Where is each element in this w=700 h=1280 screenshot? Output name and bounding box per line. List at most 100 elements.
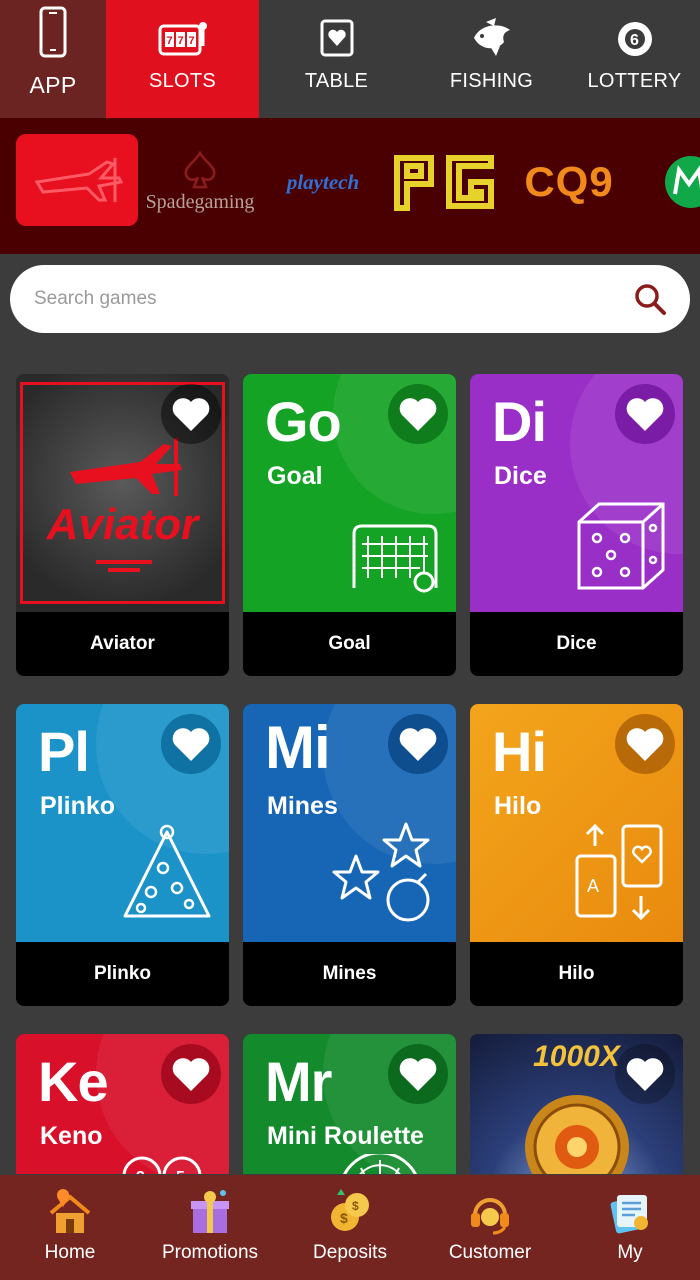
game-card-mini-roulette[interactable]: Mr Mini Roulette <box>243 1034 456 1174</box>
profile-card-icon <box>607 1175 653 1237</box>
favorite-button[interactable] <box>388 384 448 444</box>
game-abbr: Mi <box>265 714 331 781</box>
game-abbr: Pl <box>38 720 90 783</box>
lottery-ball-icon: 6 <box>616 0 654 62</box>
golden-wheel-icon <box>525 1095 629 1174</box>
game-abbr: Mr <box>265 1050 332 1113</box>
game-card-hilo[interactable]: Hi Hilo A Hilo <box>470 704 683 1006</box>
game-title: Dice <box>556 633 597 654</box>
game-card-plinko[interactable]: Pl Plinko Plinko <box>16 704 229 1006</box>
nav-deposits-label: Deposits <box>313 1242 387 1263</box>
svg-text:A: A <box>587 876 599 896</box>
nav-my[interactable]: My <box>560 1175 700 1280</box>
pg-logo <box>394 155 494 211</box>
tab-fishing[interactable]: FISHING <box>414 0 569 118</box>
nav-home[interactable]: Home <box>0 1175 140 1280</box>
tab-app[interactable]: APP <box>0 0 106 118</box>
aviator-logo-text: Aviator <box>46 500 199 549</box>
provider-pg[interactable] <box>390 136 502 228</box>
game-sub: Keno <box>40 1122 103 1150</box>
game-title: Plinko <box>93 963 151 984</box>
cards-arrows-icon: A <box>575 823 663 921</box>
heart-icon <box>172 1058 210 1091</box>
house-icon <box>47 1175 93 1237</box>
game-abbr: Go <box>265 390 342 453</box>
nav-customer-label: Customer <box>448 1242 532 1263</box>
favorite-button[interactable] <box>615 384 675 444</box>
phone-icon <box>39 0 67 62</box>
game-title: Hilo <box>558 963 595 984</box>
tab-table-label: TABLE <box>304 70 369 92</box>
search-icon <box>635 284 666 315</box>
nav-promotions[interactable]: Promotions <box>140 1175 280 1280</box>
tab-lottery-label: LOTTERY <box>587 70 682 92</box>
heart-icon <box>626 728 664 761</box>
game-sub: Plinko <box>40 792 116 820</box>
svg-text:7: 7 <box>188 35 194 47</box>
svg-text:3: 3 <box>136 1169 145 1174</box>
svg-text:7: 7 <box>166 35 172 47</box>
headset-icon <box>467 1175 513 1237</box>
game-abbr: Ke <box>38 1050 109 1113</box>
nav-customer[interactable]: Customer <box>420 1175 560 1280</box>
favorite-button[interactable] <box>388 1044 448 1104</box>
heart-icon <box>626 1058 664 1091</box>
game-sub: Dice <box>494 462 547 490</box>
heart-icon <box>399 1058 437 1091</box>
game-card-1000x[interactable]: 1000X <box>470 1034 683 1174</box>
game-card-dice[interactable]: Di Dice Dice <box>470 374 683 676</box>
tab-fishing-label: FISHING <box>449 70 534 92</box>
favorite-button[interactable] <box>161 714 221 774</box>
plane-icon <box>34 158 124 202</box>
provider-microgaming[interactable] <box>656 136 700 228</box>
game-sub: Mines <box>267 792 338 820</box>
game-sub: Hilo <box>494 792 542 820</box>
gift-icon <box>187 1175 233 1237</box>
svg-text:7: 7 <box>177 35 183 47</box>
stars-bomb-icon <box>332 822 430 922</box>
tab-slots-label: SLOTS <box>148 70 217 92</box>
game-card-keno[interactable]: Ke Keno 35 <box>16 1034 229 1174</box>
m-logo-icon <box>665 156 700 208</box>
spade-icon <box>184 150 216 188</box>
favorite-button[interactable] <box>161 1044 221 1104</box>
game-sub: Mini Roulette <box>267 1122 424 1150</box>
favorite-button[interactable] <box>615 714 675 774</box>
svg-text:6: 6 <box>630 32 639 49</box>
pyramid-icon <box>123 824 211 918</box>
game-card-mines[interactable]: Mi Mines Mines <box>243 704 456 1006</box>
tab-app-label: APP <box>29 72 77 98</box>
roulette-wheel-icon <box>343 1154 417 1174</box>
tab-table[interactable]: TABLE <box>259 0 414 118</box>
provider-playtech[interactable]: playtech <box>268 136 378 228</box>
svg-text:5: 5 <box>176 1169 185 1174</box>
provider-spadegaming[interactable]: Spadegaming <box>142 136 258 228</box>
nav-my-label: My <box>617 1242 643 1263</box>
heart-icon <box>399 398 437 431</box>
game-title: Aviator <box>90 633 155 654</box>
favorite-button[interactable] <box>161 384 221 444</box>
coins-icon: $ $ <box>327 1175 373 1237</box>
nav-deposits[interactable]: $ $ Deposits <box>280 1175 420 1280</box>
provider-cq9[interactable]: CQ9 <box>510 136 628 228</box>
fish-icon <box>470 0 514 62</box>
search-input[interactable] <box>34 288 630 310</box>
game-card-goal[interactable]: Go Goal Goal <box>243 374 456 676</box>
search-button[interactable] <box>630 279 670 319</box>
svg-text:$: $ <box>340 1210 348 1226</box>
keno-balls-icon: 35 <box>122 1156 202 1174</box>
heart-icon <box>172 398 210 431</box>
playing-card-icon <box>319 0 355 62</box>
tab-lottery[interactable]: 6 LOTTERY <box>569 0 700 118</box>
favorite-button[interactable] <box>388 714 448 774</box>
heart-icon <box>172 728 210 761</box>
game-card-aviator[interactable]: Aviator Aviator <box>16 374 229 676</box>
provider-aviator[interactable] <box>16 134 138 226</box>
tab-slots[interactable]: 777 SLOTS <box>106 0 259 118</box>
heart-icon <box>626 398 664 431</box>
provider-strip: Spadegaming playtech CQ9 <box>0 118 700 254</box>
game-abbr: Hi <box>492 720 547 783</box>
favorite-button[interactable] <box>615 1044 675 1104</box>
bottom-nav: Home Promotions $ $ Deposits Customer My <box>0 1175 700 1280</box>
dice-icon <box>577 502 665 590</box>
